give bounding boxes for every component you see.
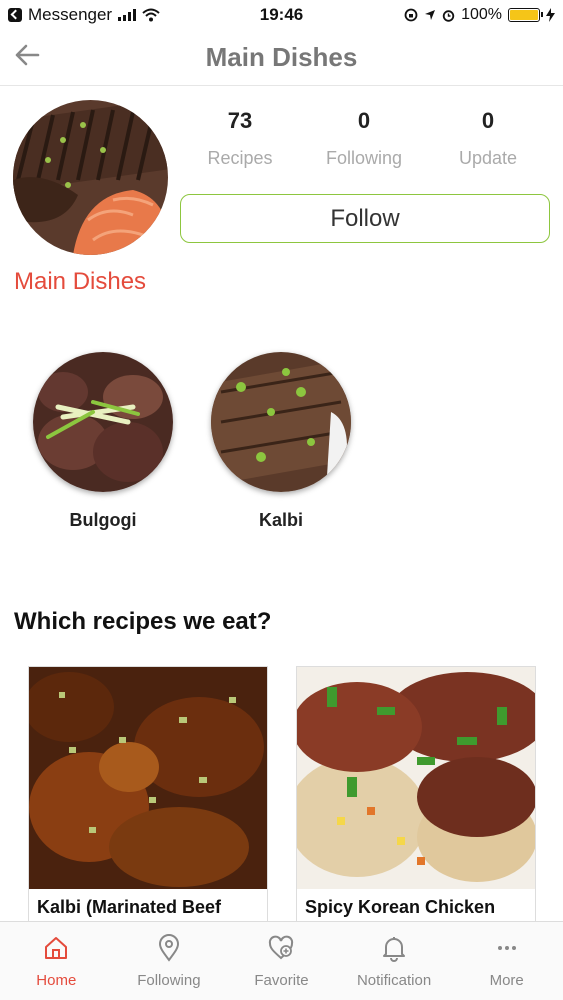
location-arrow-icon <box>425 10 436 20</box>
recipe-title: Spicy Korean Chicken <box>305 897 496 917</box>
tab-label: Notification <box>356 972 432 989</box>
stat-recipes[interactable]: 73 Recipes <box>178 108 302 169</box>
category-label: Kalbi <box>258 510 303 530</box>
tab-more[interactable]: More <box>450 922 563 1000</box>
location-pin-icon <box>158 934 179 962</box>
category-item-kalbi[interactable]: Kalbi <box>211 352 351 531</box>
alarm-icon <box>442 9 455 22</box>
recipe-title: Kalbi (Marinated Beef <box>37 897 222 917</box>
stat-value: 0 <box>481 108 495 133</box>
stat-update[interactable]: 0 Update <box>426 108 550 169</box>
recipe-card[interactable]: Kalbi (Marinated Beef <box>28 666 268 926</box>
recipes-heading: Which recipes we eat? <box>14 608 272 635</box>
tab-label: Following <box>137 972 201 989</box>
back-to-app-icon[interactable] <box>8 8 22 22</box>
tab-label: More <box>489 972 524 989</box>
more-dots-icon <box>497 946 516 950</box>
tab-label: Home <box>36 972 77 989</box>
category-label: Bulgogi <box>69 510 137 530</box>
page-title: Main Dishes <box>205 42 358 72</box>
heart-plus-icon <box>269 935 294 960</box>
stat-value: 73 <box>227 108 253 133</box>
back-arrow-icon[interactable] <box>12 40 42 70</box>
home-icon <box>45 937 68 959</box>
tab-home[interactable]: Home <box>0 922 113 1000</box>
status-right: 100% <box>355 6 555 24</box>
stat-label: Following <box>325 148 403 168</box>
signal-icon <box>118 9 137 21</box>
tab-following[interactable]: Following <box>113 922 226 1000</box>
stat-label: Recipes <box>207 148 273 168</box>
bell-icon <box>383 937 406 962</box>
stat-following[interactable]: 0 Following <box>302 108 426 169</box>
profile-avatar <box>13 100 168 255</box>
tab-bar: Home Following Favorite Notification Mor… <box>0 921 563 1000</box>
category-image <box>33 352 173 492</box>
profile-stats: 73 Recipes 0 Following 0 Update <box>178 108 550 169</box>
stat-label: Update <box>458 148 518 168</box>
tab-label: Favorite <box>254 972 309 989</box>
rotation-lock-icon <box>404 8 418 22</box>
section-title: Main Dishes <box>14 268 147 295</box>
follow-button[interactable]: Follow <box>180 194 550 243</box>
nav-header: Main Dishes <box>0 30 563 86</box>
status-time: 19:46 <box>259 5 304 24</box>
charging-bolt-icon <box>546 8 555 22</box>
category-image <box>211 352 351 492</box>
tab-notification[interactable]: Notification <box>338 922 451 1000</box>
avatar-image <box>13 100 168 255</box>
wifi-icon <box>142 8 160 22</box>
back-app-label[interactable]: Messenger <box>28 5 112 25</box>
tab-favorite[interactable]: Favorite <box>225 922 338 1000</box>
battery-icon <box>508 8 543 22</box>
stat-value: 0 <box>357 108 371 133</box>
battery-percent: 100% <box>461 6 502 23</box>
recipe-image <box>29 667 267 889</box>
recipe-image <box>297 667 535 889</box>
status-left: Messenger <box>8 5 208 25</box>
status-bar: Messenger 19:46 100% <box>0 0 563 30</box>
category-item-bulgogi[interactable]: Bulgogi <box>33 352 173 531</box>
recipe-card[interactable]: Spicy Korean Chicken <box>296 666 536 926</box>
